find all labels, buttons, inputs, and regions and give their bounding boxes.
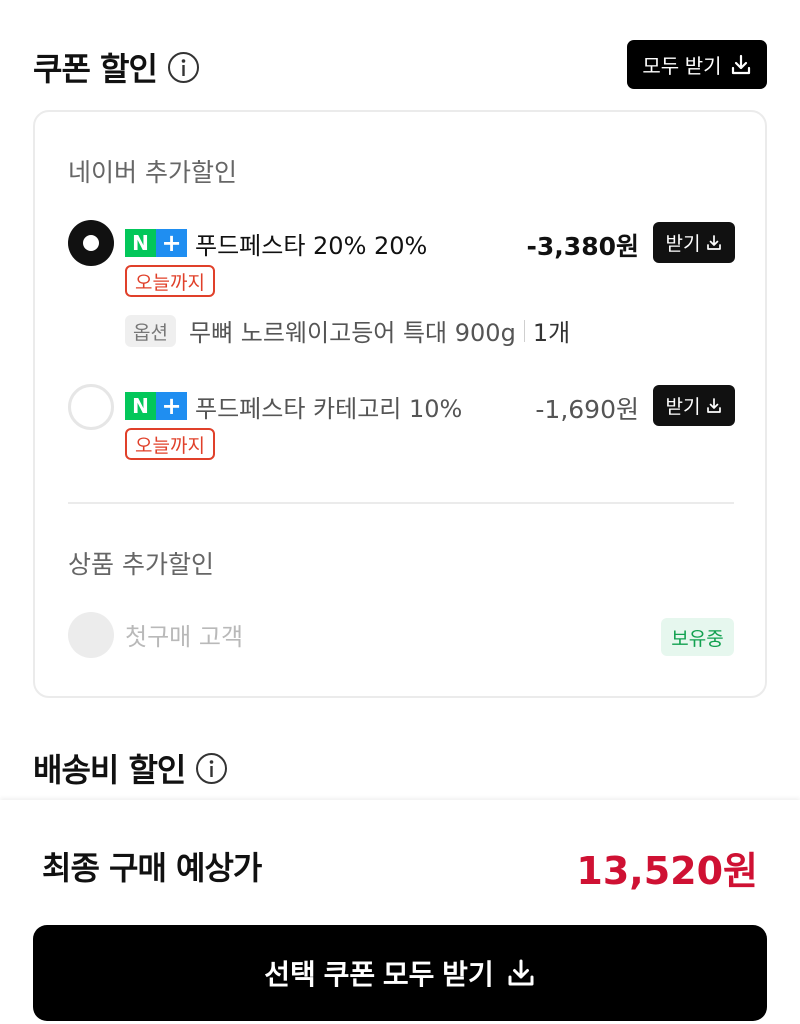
- naver-plus-badge: N +: [125, 392, 187, 420]
- info-circle-icon[interactable]: [167, 51, 200, 84]
- shipping-section-title: 배송비 할인: [33, 751, 186, 789]
- coupon-name-disabled: 첫구매 고객: [125, 623, 244, 651]
- option-name: 무뼈 노르웨이고등어 특대 900g: [189, 319, 516, 347]
- receive-coupon-button[interactable]: 받기: [653, 385, 735, 426]
- coupon-name: 푸드페스타 20% 20%: [195, 232, 428, 260]
- option-tag: 옵션: [125, 315, 176, 347]
- group-divider: [68, 502, 734, 504]
- coupon-radio-selected[interactable]: [68, 220, 114, 266]
- receive-coupon-button[interactable]: 받기: [653, 222, 735, 263]
- shipping-section-header: 배송비 할인: [33, 745, 228, 791]
- coupon-radio-disabled: [68, 612, 114, 658]
- naver-group-label: 네이버 추가할인: [68, 158, 237, 187]
- download-icon: [707, 397, 722, 413]
- option-separator: [523, 319, 525, 342]
- receive-coupon-label: 받기: [665, 234, 701, 255]
- cta-label: 선택 쿠폰 모두 받기: [264, 959, 494, 990]
- coupon-amount: -1,690원: [535, 395, 639, 424]
- option-quantity: 1개: [532, 319, 571, 347]
- coupon-radio-unselected[interactable]: [68, 384, 114, 430]
- final-price: 13,520원: [576, 849, 758, 893]
- held-status-badge: 보유중: [661, 618, 734, 656]
- download-icon: [508, 959, 534, 986]
- info-circle-icon[interactable]: [195, 752, 228, 785]
- product-group-label: 상품 추가할인: [68, 550, 214, 579]
- download-icon: [731, 54, 750, 74]
- receive-coupon-label: 받기: [665, 397, 701, 418]
- coupon-amount: -3,380원: [526, 232, 639, 261]
- naver-plus-badge: N +: [125, 229, 187, 257]
- download-icon: [707, 234, 722, 250]
- coupon-name: 푸드페스타 카테고리 10%: [195, 395, 463, 423]
- receive-all-label: 모두 받기: [642, 56, 722, 78]
- coupon-section-header: 쿠폰 할인: [33, 44, 200, 90]
- final-price-label: 최종 구매 예상가: [42, 849, 262, 887]
- deadline-badge: 오늘까지: [125, 428, 215, 460]
- receive-all-button[interactable]: 모두 받기: [627, 40, 767, 89]
- option-description: 무뼈 노르웨이고등어 특대 900g 1개: [189, 313, 570, 348]
- coupon-card: 네이버 추가할인 N + 푸드페스타 20% 20% -3,380원 받기 오늘까…: [33, 110, 767, 698]
- deadline-badge: 오늘까지: [125, 265, 215, 297]
- coupon-section-title: 쿠폰 할인: [33, 50, 158, 88]
- bottom-summary-bar: 최종 구매 예상가 13,520원 선택 쿠폰 모두 받기: [0, 800, 800, 1024]
- receive-selected-coupons-button[interactable]: 선택 쿠폰 모두 받기: [33, 925, 767, 1021]
